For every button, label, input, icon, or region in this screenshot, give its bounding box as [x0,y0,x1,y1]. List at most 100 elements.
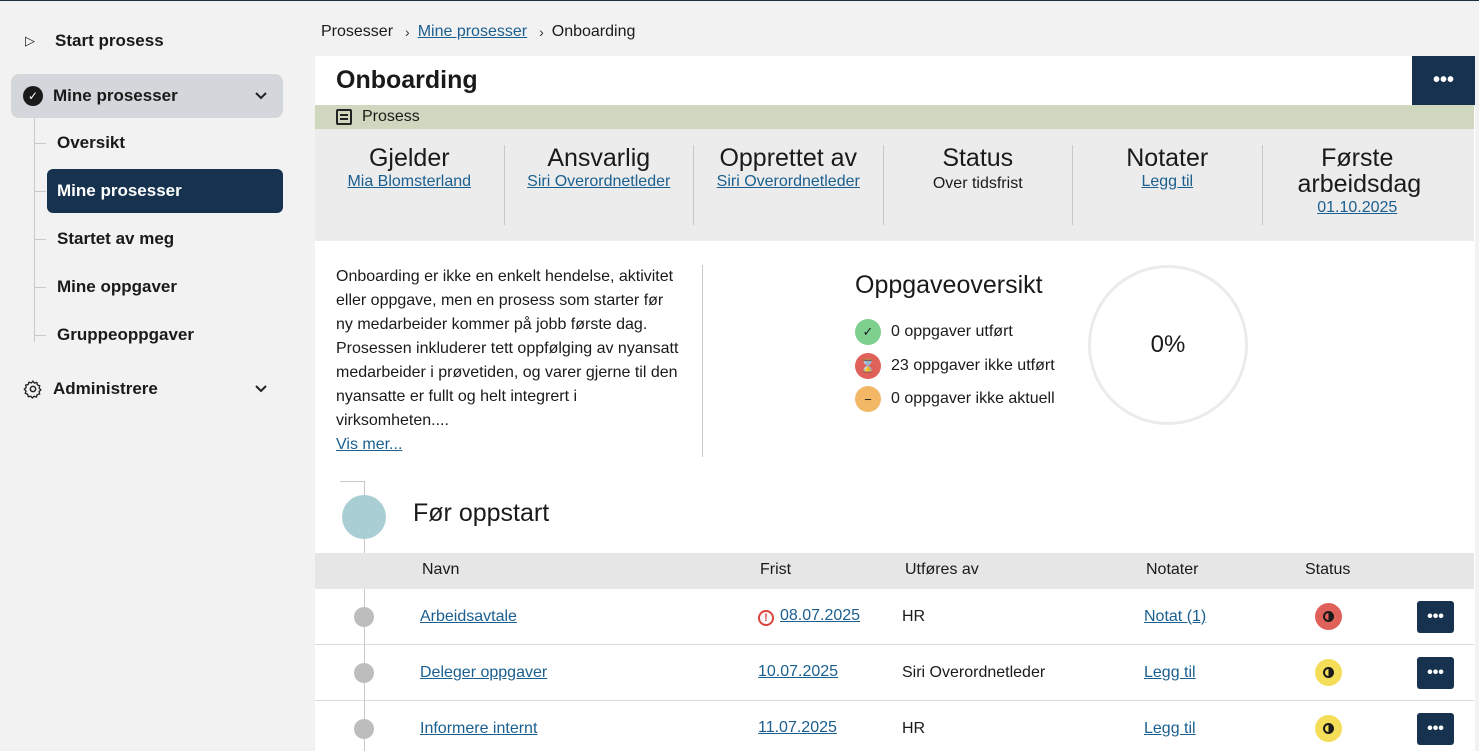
sidebar-group-administer[interactable]: Administrere [11,369,283,409]
info-heading: Opprettet av [719,144,858,172]
process-more-button[interactable]: ••• [1412,56,1475,105]
notes-link[interactable]: Legg til [1144,664,1196,682]
info-created-by-link[interactable]: Siri Overordnetleder [694,173,883,191]
phase-title: Før oppstart [413,499,550,527]
overview-done-text: 0 oppgaver utført [891,323,1013,340]
task-name-link[interactable]: Deleger oppgaver [420,664,547,682]
sidebar-item-started-by-me[interactable]: Startet av meg [34,217,283,261]
table-header: Navn Frist Utføres av Notater Status [315,553,1474,589]
info-status: Status Over tidsfrist [884,144,1073,225]
info-heading: Status [942,144,1014,172]
info-created-by: Opprettet av Siri Overordnetleder [694,145,884,225]
breadcrumb: Prosesser › Mine prosesser › Onboarding [321,21,635,43]
chevron-up-icon [255,89,267,103]
sidebar-item-label: Mine oppgaver [57,277,177,296]
deadline-link[interactable]: 10.07.2025 [758,663,838,681]
process-type-bar: Prosess [315,105,1474,129]
task-name-link[interactable]: Informere internt [420,720,537,738]
check-icon: ✓ [855,319,881,345]
deadline-cell: ! 08.07.2025 [758,607,860,626]
breadcrumb-parent-link[interactable]: Mine prosesser [418,23,527,41]
tree-line [34,118,35,342]
divider [702,265,703,457]
row-more-button[interactable]: ••• [1417,601,1454,633]
notes-link[interactable]: Legg til [1144,720,1196,738]
row-more-button[interactable]: ••• [1417,657,1454,689]
info-heading: Ansvarlig [547,144,651,172]
check-circle-icon: ✓ [23,86,43,106]
breadcrumb-current: Onboarding [551,23,636,40]
info-heading: Første arbeidsdag [1297,144,1422,198]
info-status-value: Over tidsfrist [932,175,1023,192]
process-card: Onboarding ••• Prosess Gjelder Mia Bloms… [315,56,1475,751]
row-more-button[interactable]: ••• [1417,713,1454,745]
sidebar-group-my-processes[interactable]: ✓ Mine prosesser [11,74,283,118]
overview-not-done-row: ⌛ 23 oppgaver ikke utført [855,353,1055,379]
sidebar-item-label: Gruppeoppgaver [57,325,194,344]
status-icon [1315,603,1342,630]
phase-connector [340,481,364,482]
info-applies-to-link[interactable]: Mia Blomsterland [315,173,504,191]
status-icon [1315,715,1342,742]
performer-cell: HR [902,720,926,737]
process-description: Onboarding er ikke en enkelt hendelse, a… [336,265,681,457]
chevron-down-icon [255,382,267,396]
task-name-link[interactable]: Arbeidsavtale [420,608,517,626]
sidebar-item-my-processes[interactable]: Mine prosesser [34,169,283,213]
row-marker [354,719,374,739]
col-status: Status [1305,561,1351,578]
description-text: Onboarding er ikke en enkelt hendelse, a… [336,268,679,429]
hourglass-icon: ⌛ [855,353,881,379]
phase-marker [342,495,386,539]
performer-cell: Siri Overordnetleder [902,664,1046,681]
overview-not-relevant-row: − 0 oppgaver ikke aktuell [855,386,1055,412]
info-first-workday-link[interactable]: 01.10.2025 [1263,199,1453,217]
breadcrumb-root: Prosesser [321,23,394,40]
info-responsible-link[interactable]: Siri Overordnetleder [505,173,694,191]
sidebar-item-group-tasks[interactable]: Gruppeoppgaver [34,313,283,357]
document-icon [336,109,352,125]
status-icon [1315,659,1342,686]
table-row: Arbeidsavtale ! 08.07.2025 HR Notat (1) •… [315,589,1474,645]
info-heading: Notater [1126,144,1209,172]
overview-not-done-text: 23 oppgaver ikke utført [891,357,1055,374]
sidebar-group-label: Mine prosesser [53,86,178,105]
deadline-link[interactable]: 08.07.2025 [780,607,860,624]
info-heading: Gjelder [368,144,450,172]
info-first-workday: Første arbeidsdag 01.10.2025 [1263,145,1453,225]
start-process-item[interactable]: ▷ Start prosess [11,21,283,61]
notes-link[interactable]: Notat (1) [1144,608,1206,626]
process-type-label: Prosess [362,108,420,125]
sidebar-item-my-tasks[interactable]: Mine oppgaver [34,265,283,309]
row-marker [354,663,374,683]
task-overview-title: Oppgaveoversikt [855,271,1043,299]
col-name: Navn [422,561,460,578]
deadline-link[interactable]: 11.07.2025 [758,719,837,737]
info-responsible: Ansvarlig Siri Overordnetleder [505,144,694,225]
show-more-link[interactable]: Vis mer... [336,436,402,453]
page-title: Onboarding [336,66,478,94]
col-deadline: Frist [760,561,792,578]
info-notes-add-link[interactable]: Legg til [1073,173,1262,191]
progress-ring: 0% [1088,265,1248,425]
overview-not-relevant-text: 0 oppgaver ikke aktuell [891,390,1055,407]
start-process-label: Start prosess [55,31,164,50]
performer-cell: HR [902,608,926,625]
breadcrumb-separator-icon: › [405,24,410,40]
progress-percent: 0% [1150,331,1186,358]
table-row: Deleger oppgaver 10.07.2025 Siri Overord… [315,645,1474,701]
sidebar: ▷ Start prosess ✓ Mine prosesser Oversik… [0,1,300,751]
sidebar-admin-label: Administrere [53,379,158,398]
sidebar-item-overview[interactable]: Oversikt [34,121,283,165]
sidebar-item-label: Startet av meg [57,229,175,248]
row-marker [354,607,374,627]
col-notes: Notater [1146,561,1199,578]
info-strip: Gjelder Mia Blomsterland Ansvarlig Siri … [315,129,1474,241]
minus-icon: − [855,386,881,412]
sidebar-item-label: Mine prosesser [57,181,182,200]
breadcrumb-separator-icon: › [539,24,544,40]
gear-icon [23,380,42,399]
warning-icon: ! [758,610,774,626]
info-applies-to: Gjelder Mia Blomsterland [315,145,505,225]
overview-done-row: ✓ 0 oppgaver utført [855,319,1013,345]
